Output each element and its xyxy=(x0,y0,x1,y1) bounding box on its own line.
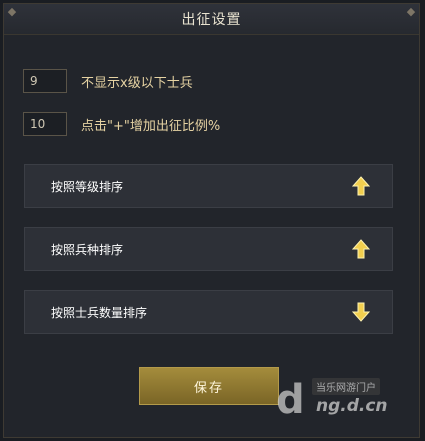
corner-ornament-icon: ◆ xyxy=(406,5,416,18)
ratio-increment-label: 点击"+"增加出征比例% xyxy=(81,118,221,134)
sort-by-level-button[interactable]: 按照等级排序 xyxy=(24,164,393,208)
min-level-input[interactable]: 9 xyxy=(23,69,67,93)
sort-by-level-label: 按照等级排序 xyxy=(51,179,124,194)
arrow-up-icon[interactable] xyxy=(352,239,370,259)
watermark-logo-icon: d xyxy=(276,377,305,423)
corner-ornament-icon: ◆ xyxy=(7,5,17,18)
sort-by-type-button[interactable]: 按照兵种排序 xyxy=(24,227,393,271)
dialog-titlebar: ◆ 出征设置 ◆ xyxy=(4,4,419,35)
watermark-bottom-text: ng.d.cn xyxy=(316,396,388,416)
min-level-setting: 9 不显示x级以下士兵 xyxy=(23,69,193,93)
watermark: d 当乐网游门户 ng.d.cn xyxy=(276,376,411,426)
sort-by-type-label: 按照兵种排序 xyxy=(51,242,124,257)
sort-by-count-button[interactable]: 按照士兵数量排序 xyxy=(24,290,393,334)
sort-by-count-label: 按照士兵数量排序 xyxy=(51,305,148,320)
watermark-top-text: 当乐网游门户 xyxy=(312,378,380,395)
arrow-down-icon[interactable] xyxy=(352,302,370,322)
ratio-increment-input[interactable]: 10 xyxy=(23,112,67,136)
min-level-label: 不显示x级以下士兵 xyxy=(81,75,193,91)
save-button[interactable]: 保存 xyxy=(139,367,279,405)
arrow-up-icon[interactable] xyxy=(352,176,370,196)
ratio-increment-setting: 10 点击"+"增加出征比例% xyxy=(23,112,220,136)
dialog-title: 出征设置 xyxy=(181,12,242,28)
